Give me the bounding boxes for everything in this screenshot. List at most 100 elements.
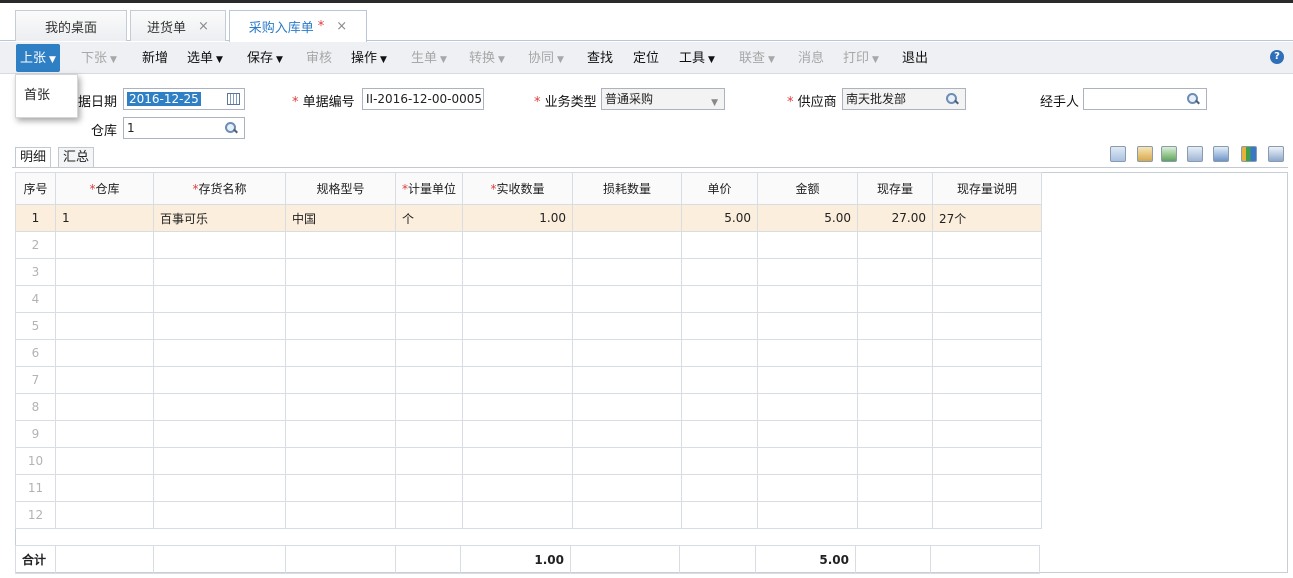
table-cell[interactable] — [394, 393, 464, 421]
table-cell[interactable] — [681, 339, 759, 367]
preview-icon[interactable] — [1187, 146, 1203, 162]
table-cell[interactable] — [572, 420, 683, 448]
table-cell[interactable] — [285, 447, 396, 475]
table-cell[interactable] — [285, 231, 396, 259]
exit-button[interactable]: 退出 — [902, 42, 928, 74]
table-cell[interactable] — [462, 258, 574, 286]
table-cell[interactable] — [681, 231, 759, 259]
tab-desktop[interactable]: 我的桌面 — [15, 10, 127, 41]
table-cell[interactable] — [285, 501, 396, 529]
table-cell[interactable] — [394, 339, 464, 367]
table-cell[interactable] — [757, 501, 859, 529]
subtab-detail[interactable]: 明细 — [15, 147, 52, 167]
calendar-icon[interactable] — [227, 93, 240, 105]
export-excel-icon[interactable] — [1161, 146, 1177, 162]
table-cell[interactable] — [462, 231, 574, 259]
table-cell[interactable] — [153, 339, 286, 367]
table-cell[interactable] — [857, 285, 934, 313]
table-cell[interactable] — [153, 420, 286, 448]
table-row[interactable]: 9 — [15, 420, 1043, 448]
table-cell[interactable] — [757, 339, 859, 367]
table-cell[interactable] — [572, 366, 683, 394]
table-cell[interactable] — [462, 393, 574, 421]
table-cell[interactable] — [153, 393, 286, 421]
table-cell[interactable]: 27.00 — [857, 204, 934, 232]
table-cell[interactable] — [285, 366, 396, 394]
table-cell[interactable] — [55, 339, 154, 367]
close-icon[interactable]: × — [336, 19, 347, 34]
table-cell[interactable]: 27个 — [932, 204, 1043, 232]
table-cell[interactable] — [572, 231, 683, 259]
table-cell[interactable] — [681, 366, 759, 394]
table-cell[interactable] — [681, 420, 759, 448]
table-cell[interactable] — [462, 420, 574, 448]
table-row[interactable]: 1 1 百事可乐 中国个 1.00 5.00 5.00 27.00 27个 — [15, 204, 1043, 232]
table-cell[interactable]: 5.00 — [681, 204, 759, 232]
search-icon[interactable] — [224, 121, 238, 135]
chart-icon[interactable] — [1241, 146, 1257, 162]
tab-purchase-receipt[interactable]: 采购入库单 * × — [229, 10, 367, 42]
table-row[interactable]: 3 — [15, 258, 1043, 286]
table-cell[interactable] — [153, 312, 286, 340]
table-cell[interactable] — [681, 258, 759, 286]
table-cell[interactable]: 1 — [55, 204, 154, 232]
table-row[interactable]: 8 — [15, 393, 1043, 421]
help-icon[interactable]: ? — [1270, 50, 1284, 64]
table-cell[interactable] — [857, 366, 934, 394]
table-cell[interactable] — [857, 339, 934, 367]
table-cell[interactable] — [55, 474, 154, 502]
table-cell[interactable] — [285, 474, 396, 502]
table-cell[interactable] — [757, 420, 859, 448]
table-row[interactable]: 7 — [15, 366, 1043, 394]
table-cell[interactable] — [285, 339, 396, 367]
table-cell[interactable] — [681, 312, 759, 340]
search-icon[interactable] — [1186, 92, 1200, 106]
table-cell[interactable] — [55, 312, 154, 340]
table-cell[interactable] — [932, 474, 1043, 502]
handler-field[interactable] — [1083, 88, 1207, 110]
table-cell[interactable] — [572, 285, 683, 313]
supplier-field[interactable]: 南天批发部 — [842, 88, 966, 110]
table-cell[interactable] — [55, 258, 154, 286]
table-cell[interactable] — [55, 420, 154, 448]
table-cell[interactable] — [932, 258, 1043, 286]
table-cell[interactable] — [932, 393, 1043, 421]
table-cell[interactable] — [757, 285, 859, 313]
locate-button[interactable]: 定位 — [633, 42, 659, 74]
table-cell[interactable] — [681, 285, 759, 313]
table-cell[interactable] — [394, 420, 464, 448]
table-cell[interactable] — [285, 285, 396, 313]
table-cell[interactable] — [572, 447, 683, 475]
table-cell[interactable] — [394, 285, 464, 313]
table-cell[interactable] — [681, 474, 759, 502]
table-cell[interactable] — [857, 312, 934, 340]
table-cell[interactable] — [681, 501, 759, 529]
warehouse-field[interactable]: 1 — [123, 117, 245, 139]
close-icon[interactable]: × — [198, 19, 209, 34]
column-header[interactable]: 规格型号 — [285, 172, 396, 205]
menu-item-first-record[interactable]: 首张 — [24, 84, 50, 103]
column-header[interactable]: *存货名称 — [153, 172, 286, 205]
table-cell[interactable] — [932, 447, 1043, 475]
table-cell[interactable] — [153, 285, 286, 313]
column-header[interactable]: *仓库 — [55, 172, 154, 205]
table-cell[interactable] — [285, 312, 396, 340]
table-row[interactable]: 10 — [15, 447, 1043, 475]
table-cell[interactable] — [394, 501, 464, 529]
copy-row-icon[interactable] — [1110, 146, 1126, 162]
table-cell[interactable] — [857, 474, 934, 502]
table-cell[interactable] — [572, 312, 683, 340]
table-cell[interactable] — [757, 258, 859, 286]
table-cell[interactable] — [932, 420, 1043, 448]
table-cell[interactable]: 5.00 — [757, 204, 859, 232]
table-cell[interactable] — [572, 258, 683, 286]
column-header[interactable]: *实收数量 — [462, 172, 574, 205]
table-cell[interactable] — [462, 312, 574, 340]
table-cell[interactable] — [285, 393, 396, 421]
table-cell[interactable] — [55, 501, 154, 529]
column-header[interactable]: *计量单位 — [394, 172, 464, 205]
save-button[interactable]: 保存 ▼ — [247, 42, 283, 74]
table-cell[interactable] — [757, 312, 859, 340]
table-cell[interactable] — [462, 366, 574, 394]
import-icon[interactable] — [1213, 146, 1229, 162]
